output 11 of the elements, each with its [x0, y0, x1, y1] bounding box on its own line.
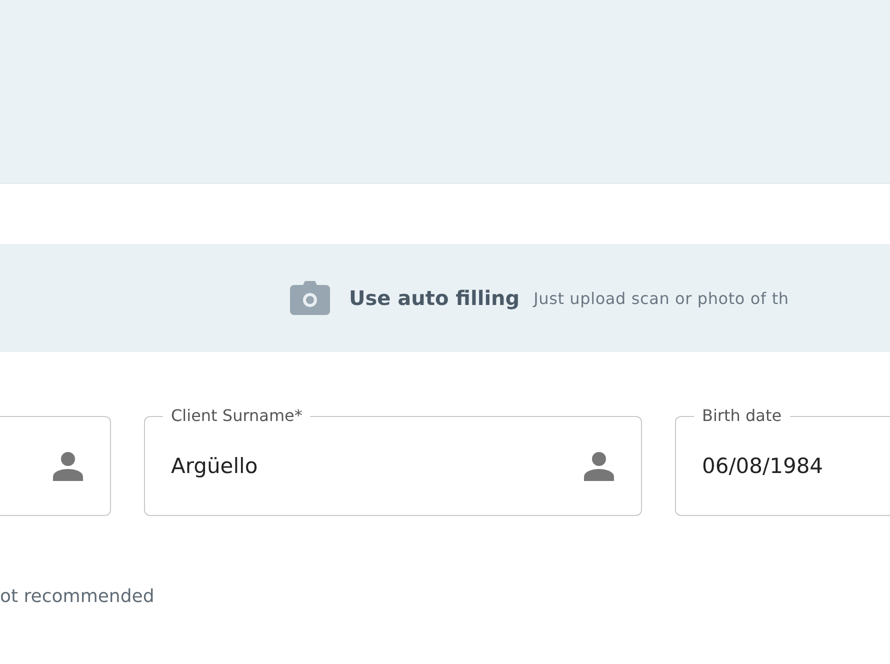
field-label: Client Surname* [170, 406, 304, 426]
field-value: Argüello [171, 454, 259, 478]
field-value: 06/08/1984 [702, 454, 824, 478]
hint-text: ot recommended [0, 586, 156, 607]
autofill-hint: Just upload scan or photo of th [534, 288, 789, 308]
camera-icon [290, 281, 330, 315]
autofill-title: Use auto filling [349, 286, 520, 310]
text-field[interactable]: Birth date 06/08/1984 [675, 406, 890, 516]
field-label: Birth date [701, 406, 783, 426]
text-field[interactable]: Client Surname* Argüello [144, 406, 642, 516]
autofill-banner[interactable]: Use auto filling Just upload scan or photo of th [0, 244, 890, 352]
